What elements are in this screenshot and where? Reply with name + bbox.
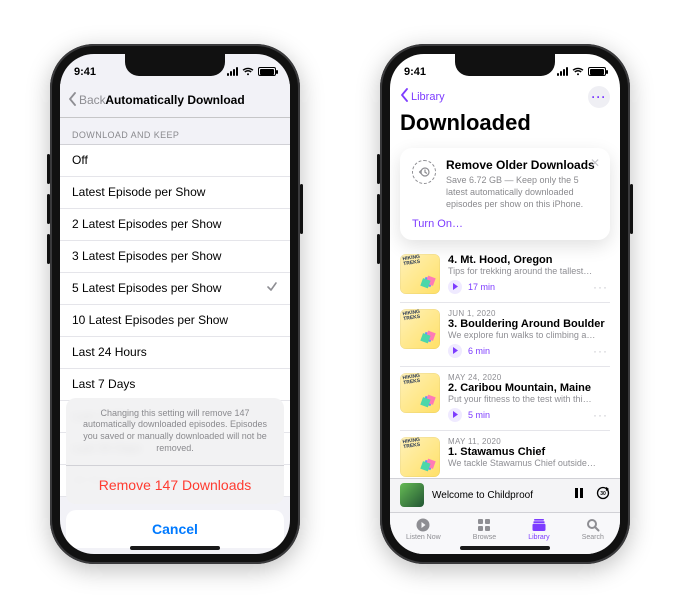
episode-date: JUN 1, 2020 — [448, 309, 610, 318]
now-playing-artwork — [400, 483, 424, 507]
page-title: Downloaded — [400, 110, 610, 136]
episode-title: 2. Caribou Mountain, Maine — [448, 382, 610, 394]
screen-left: 9:41 Back Automatically Download — [60, 54, 290, 554]
episode-more-button[interactable]: ··· — [593, 408, 610, 422]
episode-subtitle: Tips for trekking around the tallest… — [448, 266, 610, 276]
tab-listen-now[interactable]: Listen Now — [406, 517, 441, 541]
action-sheet: Changing this setting will remove 147 au… — [60, 54, 290, 554]
episode-row[interactable]: HIKINGTREKS 4. Mt. Hood, Oregon Tips for… — [400, 248, 610, 303]
podcast-artwork: HIKINGTREKS — [400, 254, 440, 294]
status-time: 9:41 — [404, 66, 426, 78]
episode-subtitle: We explore fun walks to climbing a… — [448, 330, 610, 340]
notch — [125, 54, 225, 76]
episode-date: MAY 24, 2020 — [448, 373, 610, 382]
episode-title: 3. Bouldering Around Boulder — [448, 318, 610, 330]
library-header: Library ··· Downloaded — [390, 84, 620, 142]
battery-icon — [588, 67, 606, 76]
svg-text:30: 30 — [600, 491, 606, 497]
episode-subtitle: We tackle Stawamus Chief outside… — [448, 458, 610, 468]
episode-row[interactable]: HIKINGTREKS JUN 1, 2020 3. Bouldering Ar… — [400, 303, 610, 367]
action-sheet-message: Changing this setting will remove 147 au… — [66, 398, 284, 466]
episode-more-button[interactable]: ··· — [593, 280, 610, 294]
notch — [455, 54, 555, 76]
library-back-label: Library — [411, 91, 445, 103]
play-circle-icon — [415, 517, 431, 533]
close-icon: ✕ — [590, 156, 600, 170]
phone-left: 9:41 Back Automatically Download — [50, 44, 300, 564]
episode-duration: 6 min — [468, 346, 490, 356]
search-icon — [585, 517, 601, 533]
pause-button[interactable] — [572, 486, 586, 505]
remove-downloads-button[interactable]: Remove 147 Downloads — [66, 466, 284, 504]
podcast-artwork: HIKINGTREKS — [400, 373, 440, 413]
episode-duration: 17 min — [468, 282, 495, 292]
grid-icon — [476, 517, 492, 533]
tab-search[interactable]: Search — [582, 517, 604, 541]
tip-body: Save 6.72 GB — Keep only the 5 latest au… — [446, 174, 598, 210]
phone-right: 9:41 Library — [380, 44, 630, 564]
episode-date: MAY 11, 2020 — [448, 437, 610, 446]
wifi-icon — [572, 67, 584, 76]
episodes-list[interactable]: HIKINGTREKS 4. Mt. Hood, Oregon Tips for… — [390, 248, 620, 485]
action-sheet-group: Changing this setting will remove 147 au… — [66, 398, 284, 504]
episode-more-button[interactable]: ··· — [593, 344, 610, 358]
history-icon — [412, 160, 436, 184]
now-playing-title: Welcome to Childproof — [432, 490, 564, 501]
home-indicator[interactable] — [460, 546, 550, 550]
tab-browse[interactable]: Browse — [473, 517, 496, 541]
play-button[interactable] — [448, 344, 462, 358]
cellular-icon — [557, 67, 568, 76]
chevron-left-icon — [400, 88, 409, 105]
episode-row[interactable]: HIKINGTREKS MAY 24, 2020 2. Caribou Moun… — [400, 367, 610, 431]
cancel-button[interactable]: Cancel — [66, 510, 284, 548]
library-icon — [531, 517, 547, 533]
tab-library[interactable]: Library — [528, 517, 549, 541]
tip-action-button[interactable]: Turn On… — [412, 218, 598, 230]
more-button[interactable]: ··· — [588, 86, 610, 108]
now-playing-bar[interactable]: Welcome to Childproof 30 — [390, 478, 620, 512]
episode-subtitle: Put your fitness to the test with thi… — [448, 394, 610, 404]
podcast-artwork: HIKINGTREKS — [400, 309, 440, 349]
episode-title: 4. Mt. Hood, Oregon — [448, 254, 610, 266]
skip-forward-button[interactable]: 30 — [596, 486, 610, 505]
episode-duration: 5 min — [468, 410, 490, 420]
screen-right: 9:41 Library — [390, 54, 620, 554]
podcast-artwork: HIKINGTREKS — [400, 437, 440, 477]
episode-title: 1. Stawamus Chief — [448, 446, 610, 458]
play-button[interactable] — [448, 408, 462, 422]
tip-card: ✕ Remove Older Downloads Save 6.72 GB — … — [400, 148, 610, 240]
library-back-button[interactable]: Library — [400, 88, 445, 105]
tip-close-button[interactable]: ✕ — [590, 156, 600, 170]
tip-title: Remove Older Downloads — [446, 158, 598, 172]
play-button[interactable] — [448, 280, 462, 294]
home-indicator[interactable] — [130, 546, 220, 550]
ellipsis-icon: ··· — [592, 90, 607, 104]
